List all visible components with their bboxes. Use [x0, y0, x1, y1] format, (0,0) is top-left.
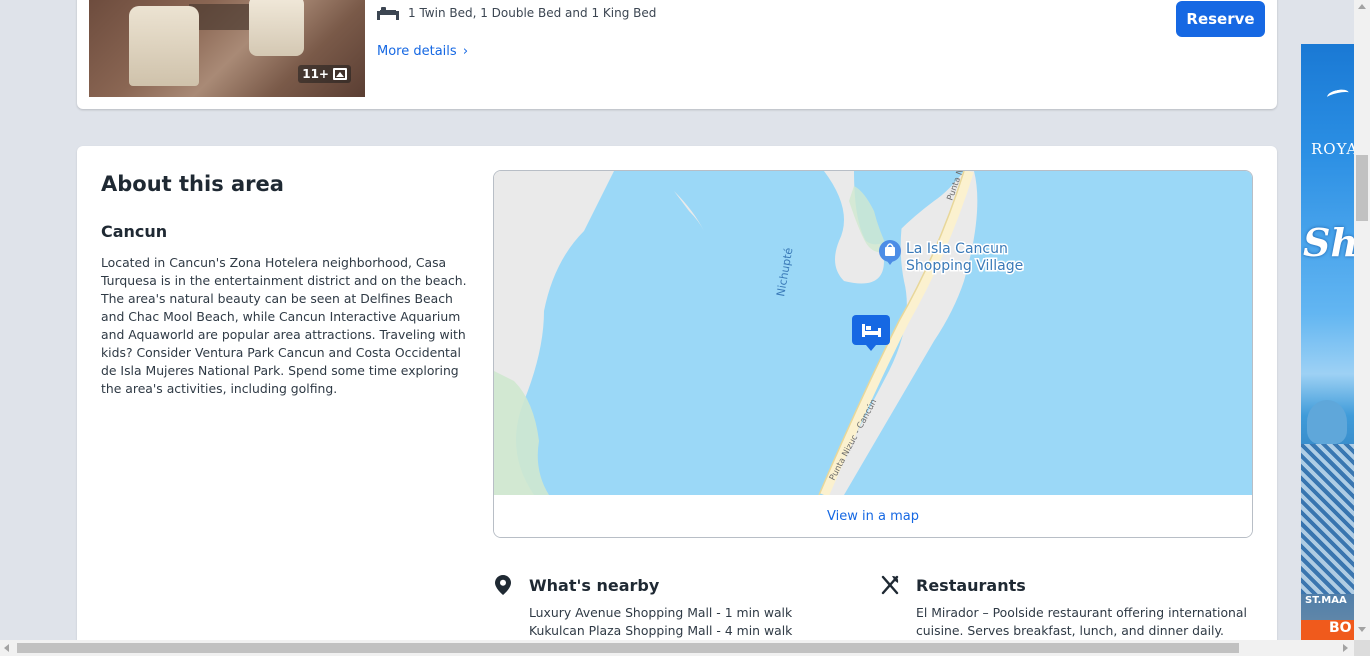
- scrollbar-corner: [1354, 640, 1370, 656]
- restaurants-heading-label: Restaurants: [916, 575, 1026, 595]
- photo-count-badge[interactable]: 11+: [298, 65, 351, 83]
- bed-description: 1 Twin Bed, 1 Double Bed and 1 King Bed: [408, 6, 657, 20]
- fork-knife-icon: [880, 574, 900, 596]
- area-description: Located in Cancun's Zona Hotelera neighb…: [101, 255, 467, 396]
- side-advertisement[interactable]: ROYA Sh ST.MAA BO: [1301, 44, 1354, 644]
- view-in-map-link[interactable]: View in a map: [494, 495, 1252, 537]
- ad-brand: ROYA: [1311, 140, 1354, 158]
- photo-armchair: [129, 6, 199, 86]
- more-details-link[interactable]: More details ›: [377, 44, 468, 59]
- ad-headline: Sh: [1303, 220, 1354, 265]
- bed-icon: [377, 6, 399, 20]
- horizontal-scroll-thumb[interactable]: [17, 643, 1239, 653]
- photo-count-label: 11+: [302, 67, 329, 81]
- nearby-item: Luxury Avenue Shopping Mall - 1 min walk: [529, 605, 793, 620]
- bed-info: 1 Twin Bed, 1 Double Bed and 1 King Bed: [377, 6, 656, 20]
- scroll-down-icon[interactable]: [1358, 627, 1366, 632]
- restaurant-description: El Mirador – Poolside restaurant offerin…: [916, 605, 1247, 638]
- reserve-button[interactable]: Reserve: [1176, 1, 1265, 37]
- horizontal-scrollbar[interactable]: [0, 640, 1354, 656]
- room-photo[interactable]: 11+: [89, 0, 365, 97]
- restaurants-section: Restaurants El Mirador – Poolside restau…: [880, 572, 1260, 640]
- gallery-icon: [333, 68, 347, 80]
- ad-logo-wave-icon: [1326, 87, 1350, 103]
- nearby-list: Luxury Avenue Shopping Mall - 1 min walk…: [529, 604, 873, 640]
- ad-footer: ST.MAA: [1305, 595, 1347, 606]
- scroll-up-icon[interactable]: [1358, 4, 1366, 9]
- nearby-item: Kukulcan Plaza Shopping Mall - 4 min wal…: [529, 623, 793, 638]
- scroll-right-icon[interactable]: [1343, 644, 1348, 652]
- ad-hat-image: [1307, 400, 1347, 444]
- nearby-heading-label: What's nearby: [529, 575, 660, 595]
- more-details-label: More details: [377, 44, 457, 59]
- location-pin-icon: [493, 574, 513, 596]
- city-name: Cancun: [101, 222, 168, 241]
- room-card: 11+ 1 Twin Bed, 1 Double Bed and 1 King …: [77, 0, 1277, 109]
- whats-nearby-section: What's nearby Luxury Avenue Shopping Mal…: [493, 572, 873, 640]
- vertical-scroll-thumb[interactable]: [1356, 155, 1368, 221]
- restaurants-heading: Restaurants: [880, 572, 1260, 598]
- photo-chair: [249, 0, 304, 56]
- section-title: About this area: [101, 172, 284, 196]
- about-area-card: About this area Cancun Located in Cancun…: [77, 146, 1277, 656]
- ad-cta[interactable]: BO: [1329, 620, 1352, 636]
- nearby-heading: What's nearby: [493, 572, 873, 598]
- chevron-right-icon: ›: [462, 44, 469, 59]
- map-preview[interactable]: Nichupté Punta Nizuc - Cancún Punta N La…: [493, 170, 1253, 538]
- vertical-scrollbar[interactable]: [1354, 0, 1370, 640]
- ad-shirt-image: [1301, 444, 1354, 594]
- map-canvas[interactable]: [494, 171, 1252, 495]
- scroll-left-icon[interactable]: [4, 644, 9, 652]
